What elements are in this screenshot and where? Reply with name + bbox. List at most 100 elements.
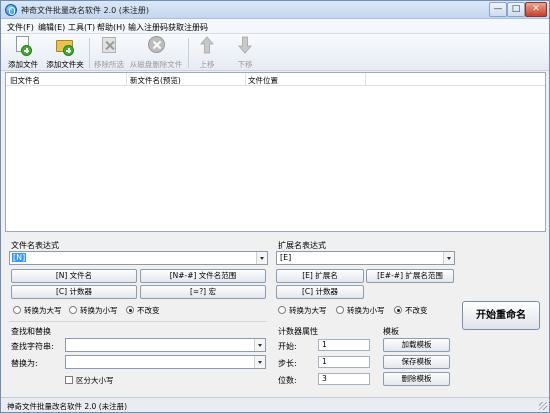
chevron-down-icon[interactable] (256, 252, 267, 264)
radio-label: 转换为大写 (289, 306, 327, 315)
replace-with-combo[interactable] (65, 355, 266, 369)
toolbar-separator (188, 38, 189, 68)
maximize-button[interactable]: □ (507, 2, 525, 17)
add-file-label: 添加文件 (8, 60, 38, 69)
column-divider[interactable] (365, 73, 366, 86)
app-logo-icon (5, 4, 17, 16)
menu-file[interactable]: 文件(F) (7, 22, 34, 33)
counter-properties-label: 计数器属性 (278, 327, 318, 336)
add-folder-button[interactable]: 添加文件夹 (45, 36, 85, 70)
extension-expression-combo[interactable]: [E] (276, 251, 455, 265)
add-folder-label: 添加文件夹 (46, 60, 84, 69)
delete-from-disk-label: 从磁盘删除文件 (129, 60, 183, 69)
column-location[interactable]: 文件位置 (248, 75, 278, 86)
insert-filename-range-button[interactable]: [N#-#] 文件名范围 (140, 269, 266, 283)
filename-uppercase-radio[interactable]: 转换为大写 (13, 305, 62, 316)
radio-label: 转换为小写 (347, 306, 385, 315)
find-string-combo[interactable] (65, 338, 266, 352)
filename-expression-label: 文件名表达式 (11, 241, 59, 250)
menu-help[interactable]: 帮助(H) (97, 22, 125, 33)
load-template-button[interactable]: 加载模板 (383, 338, 450, 352)
counter-start-input[interactable]: 1 (318, 339, 370, 351)
chevron-down-icon[interactable] (443, 252, 454, 264)
extension-expression-value: [E] (280, 253, 292, 262)
checkbox-indicator (65, 376, 73, 384)
menu-get-registration[interactable]: 获取注册码 (168, 22, 208, 33)
add-folder-icon (55, 36, 75, 56)
filename-lowercase-radio[interactable]: 转换为小写 (69, 305, 118, 316)
move-up-label: 上移 (199, 60, 215, 69)
delete-template-button[interactable]: 删除模板 (383, 372, 450, 386)
move-up-button[interactable]: 上移 (195, 36, 219, 70)
column-divider[interactable] (245, 73, 246, 86)
add-file-button[interactable]: 添加文件 (7, 36, 39, 70)
radio-indicator (69, 306, 77, 314)
app-window: 神奇文件批量改名软件 2.0 (未注册) — □ ✕ 文件(F) 编辑(E) 工… (0, 0, 550, 413)
radio-indicator (336, 306, 344, 314)
find-replace-label: 查找和替换 (11, 327, 51, 336)
radio-indicator (278, 306, 286, 314)
counter-step-input[interactable]: 1 (318, 356, 370, 368)
menu-tools[interactable]: 工具(T) (68, 22, 95, 33)
insert-extension-button[interactable]: [E] 扩展名 (276, 269, 364, 283)
menu-edit[interactable]: 编辑(E) (38, 22, 65, 33)
window-title: 神奇文件批量改名软件 2.0 (未注册) (21, 6, 150, 15)
add-file-icon (13, 36, 33, 56)
ext-unchanged-radio[interactable]: 不改变 (394, 305, 428, 316)
title-bar[interactable]: 神奇文件批量改名软件 2.0 (未注册) — □ ✕ (1, 1, 549, 19)
radio-label: 转换为小写 (80, 306, 118, 315)
remove-selected-label: 移除所选 (94, 60, 124, 69)
find-string-label: 查找字符串: (11, 342, 54, 351)
counter-step-label: 步长: (278, 359, 297, 368)
delete-from-disk-button[interactable]: 从磁盘删除文件 (129, 36, 183, 70)
resize-grip-icon[interactable] (539, 402, 547, 410)
radio-indicator (394, 306, 402, 314)
move-down-button[interactable]: 下移 (233, 36, 257, 70)
case-sensitive-checkbox[interactable]: 区分大小写 (65, 375, 114, 386)
insert-extension-range-button[interactable]: [E#-#] 扩展名范围 (366, 269, 454, 283)
insert-ext-counter-button[interactable]: [C] 计数器 (276, 285, 364, 299)
ext-lowercase-radio[interactable]: 转换为小写 (336, 305, 385, 316)
toolbar: 添加文件 添加文件夹 移除所选 从磁盘删除文件 上移 下移 (1, 34, 549, 71)
delete-circle-icon (146, 36, 166, 56)
arrow-down-icon (235, 36, 255, 56)
insert-filename-button[interactable]: [N] 文件名 (11, 269, 137, 283)
extension-expression-label: 扩展名表达式 (278, 241, 326, 250)
remove-selected-button[interactable]: 移除所选 (93, 36, 125, 70)
ext-uppercase-radio[interactable]: 转换为大写 (278, 305, 327, 316)
column-new-name[interactable]: 新文件名(预览) (130, 75, 181, 86)
radio-label: 不改变 (137, 306, 160, 315)
insert-counter-button[interactable]: [C] 计数器 (11, 285, 137, 299)
filename-expression-combo[interactable]: [N] (9, 251, 268, 265)
remove-document-icon (99, 36, 119, 56)
radio-label: 转换为大写 (24, 306, 62, 315)
chevron-down-icon[interactable] (254, 339, 265, 351)
menu-bar: 文件(F) 编辑(E) 工具(T) 帮助(H) 输入注册码 获取注册码 (1, 19, 549, 34)
template-label: 模板 (383, 327, 399, 336)
checkbox-label: 区分大小写 (76, 376, 114, 385)
insert-macro-button[interactable]: [=?] 宏 (140, 285, 266, 299)
file-list[interactable]: 旧文件名 新文件名(预览) 文件位置 (5, 72, 546, 232)
replace-with-label: 替换为: (11, 359, 38, 368)
filename-unchanged-radio[interactable]: 不改变 (126, 305, 160, 316)
radio-indicator (13, 306, 21, 314)
radio-label: 不改变 (405, 306, 428, 315)
radio-indicator (126, 306, 134, 314)
start-rename-button[interactable]: 开始重命名 (462, 301, 540, 330)
filename-expression-value: [N] (12, 253, 27, 262)
status-text: 神奇文件批量改名软件 2.0 (未注册) (7, 402, 128, 411)
minimize-button[interactable]: — (489, 2, 507, 17)
file-list-header: 旧文件名 新文件名(预览) 文件位置 (6, 73, 545, 86)
close-button[interactable]: ✕ (525, 2, 547, 17)
toolbar-separator (89, 38, 90, 68)
save-template-button[interactable]: 保存模板 (383, 355, 450, 369)
column-old-name[interactable]: 旧文件名 (10, 75, 40, 86)
counter-digits-input[interactable]: 3 (318, 373, 370, 385)
menu-enter-registration[interactable]: 输入注册码 (128, 22, 168, 33)
status-bar: 神奇文件批量改名软件 2.0 (未注册) (1, 397, 549, 412)
counter-start-label: 开始: (278, 342, 297, 351)
column-divider[interactable] (126, 73, 127, 86)
section-divider (9, 321, 267, 322)
arrow-up-icon (197, 36, 217, 56)
chevron-down-icon[interactable] (254, 356, 265, 368)
